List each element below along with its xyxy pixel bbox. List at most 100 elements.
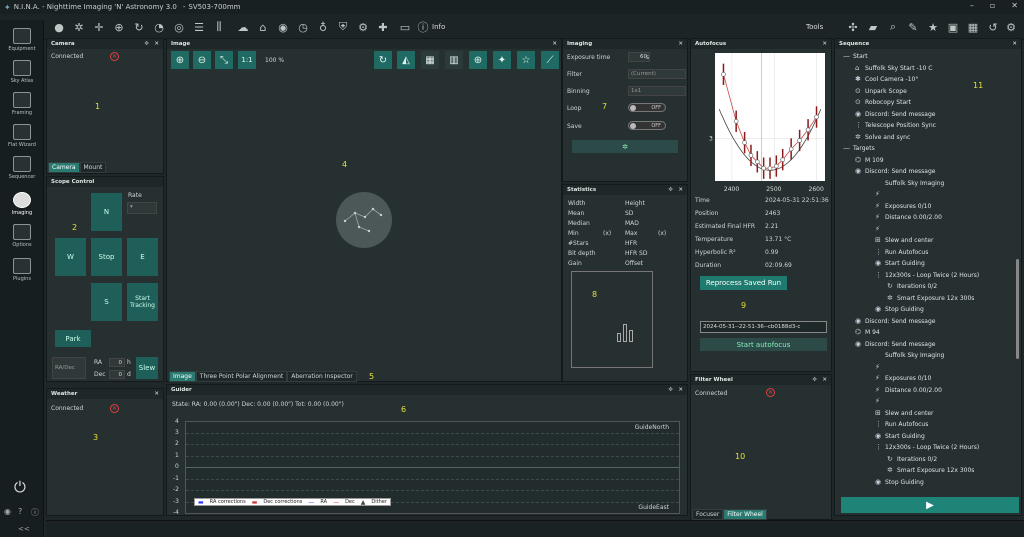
pin-icon[interactable]: ✥ bbox=[812, 375, 817, 385]
start-autofocus-button[interactable]: Start autofocus bbox=[700, 338, 827, 351]
minimize-icon[interactable]: – bbox=[970, 1, 974, 10]
sequence-item[interactable]: Discord: Send message bbox=[865, 341, 935, 348]
pin-icon[interactable]: ✥ bbox=[668, 185, 673, 195]
west-button[interactable]: W bbox=[55, 238, 86, 276]
sequence-item[interactable]: Distance 0.00/2.00 bbox=[885, 214, 942, 221]
rotate-icon[interactable]: ↻ bbox=[374, 51, 392, 69]
power-icon[interactable]: ⏻ bbox=[14, 478, 26, 496]
tab-aberration[interactable]: Aberration Inspector bbox=[287, 371, 357, 382]
telescope-icon[interactable]: ✣ bbox=[846, 20, 860, 34]
ra-input[interactable]: 0 bbox=[109, 358, 125, 367]
save-toggle[interactable]: OFF bbox=[628, 121, 666, 130]
gear-icon[interactable]: ✲ bbox=[72, 20, 86, 34]
sequence-item[interactable]: 12x300s - Loop Twice (2 Hours) bbox=[885, 272, 979, 279]
sequence-item[interactable]: Solve and sync bbox=[865, 134, 910, 141]
close-icon[interactable]: ✕ bbox=[154, 389, 159, 399]
plate-solve-icon[interactable]: ⟋ bbox=[541, 51, 559, 69]
shield-icon[interactable]: ⛨ bbox=[336, 20, 350, 34]
south-button[interactable]: S bbox=[91, 283, 122, 321]
tab-focuser[interactable]: Focuser bbox=[692, 509, 724, 520]
star-detect-icon[interactable]: ☆ bbox=[517, 51, 535, 69]
sequence-item[interactable]: Run Autofocus bbox=[885, 249, 928, 256]
info-label[interactable]: Info bbox=[432, 23, 445, 31]
sequence-item[interactable]: Distance 0.00/2.00 bbox=[885, 387, 942, 394]
star-icon[interactable]: ★ bbox=[926, 20, 940, 34]
sequence-item[interactable]: Start Guiding bbox=[885, 433, 925, 440]
start-tracking-button[interactable]: Start Tracking bbox=[127, 283, 158, 321]
sequence-item[interactable]: 12x300s - Loop Twice (2 Hours) bbox=[885, 444, 979, 451]
sequence-item[interactable]: Suffolk Sky Start -10 C bbox=[865, 65, 932, 72]
sequence-item[interactable]: Iterations 0/2 bbox=[897, 456, 937, 463]
tab-camera[interactable]: Camera bbox=[48, 162, 80, 173]
close-window-icon[interactable]: ✕ bbox=[1011, 1, 1018, 10]
sequence-item[interactable]: M 109 bbox=[865, 157, 884, 164]
close-icon[interactable]: ✕ bbox=[678, 39, 683, 49]
collapse-icon[interactable]: << bbox=[18, 525, 30, 533]
zoom-in-icon[interactable]: ⊕ bbox=[171, 51, 189, 69]
about-icon[interactable]: ⓘ bbox=[31, 507, 39, 518]
nav-plugins[interactable]: Plugins bbox=[0, 256, 44, 290]
sequence-item[interactable]: M 94 bbox=[865, 329, 880, 336]
nav-imaging[interactable]: Imaging bbox=[0, 190, 44, 224]
sequence-item[interactable]: Smart Exposure 12x 300s bbox=[897, 467, 974, 474]
focus-icon[interactable]: ✛ bbox=[92, 20, 106, 34]
tools-label[interactable]: Tools bbox=[806, 23, 823, 31]
observatory-icon[interactable]: ⌂ bbox=[256, 20, 270, 34]
sequence-item[interactable]: Cool Camera -10° bbox=[865, 76, 918, 83]
nav-sequencer[interactable]: Sequencer bbox=[0, 154, 44, 188]
sequence-item[interactable]: Discord: Send message bbox=[865, 318, 935, 325]
sequence-scrollbar[interactable] bbox=[1016, 259, 1019, 359]
flip-icon[interactable]: ◭ bbox=[397, 51, 415, 69]
nav-sky-atlas[interactable]: Sky Atlas bbox=[0, 58, 44, 92]
tab-polar-alignment[interactable]: Three Point Polar Alignment bbox=[195, 371, 288, 382]
maximize-icon[interactable]: ▫ bbox=[990, 1, 995, 10]
sequence-item[interactable]: Exposures 0/10 bbox=[885, 203, 931, 210]
close-icon[interactable]: ✕ bbox=[678, 185, 683, 195]
coord-mode-select[interactable]: RA/Dec bbox=[52, 357, 86, 379]
history-icon[interactable]: ↺ bbox=[986, 20, 1000, 34]
sliders-icon[interactable]: ⫼ bbox=[212, 20, 226, 34]
slew-button[interactable]: Slew bbox=[136, 357, 158, 379]
sequence-item[interactable]: Exposures 0/10 bbox=[885, 375, 931, 382]
grid-icon[interactable]: ▦ bbox=[421, 51, 439, 69]
help-icon[interactable]: ? bbox=[18, 507, 22, 516]
close-icon[interactable]: ✕ bbox=[154, 39, 159, 49]
sequence-item[interactable]: Iterations 0/2 bbox=[897, 283, 937, 290]
pencil-icon[interactable]: ✎ bbox=[906, 20, 920, 34]
sequence-item[interactable]: Discord: Send message bbox=[865, 168, 935, 175]
sequence-item[interactable]: Smart Exposure 12x 300s bbox=[897, 295, 974, 302]
eye-icon[interactable]: ◉ bbox=[4, 507, 11, 516]
reprocess-button[interactable]: Reprocess Saved Run bbox=[700, 276, 787, 290]
dec-input[interactable]: 0 bbox=[109, 370, 125, 379]
image-icon[interactable]: ▭ bbox=[398, 20, 412, 34]
target-icon[interactable]: ◎ bbox=[172, 20, 186, 34]
east-button[interactable]: E bbox=[127, 238, 158, 276]
north-button[interactable]: N bbox=[91, 193, 122, 231]
zoom-out-icon[interactable]: ⊖ bbox=[193, 51, 211, 69]
zoom-1to1-button[interactable]: 1:1 bbox=[238, 51, 256, 69]
close-icon[interactable]: ✕ bbox=[552, 39, 557, 49]
rate-select[interactable]: ▾ bbox=[127, 202, 157, 214]
close-icon[interactable]: ✕ bbox=[822, 39, 827, 49]
switch-icon[interactable]: ⚙ bbox=[356, 20, 370, 34]
sequence-item[interactable]: Start Guiding bbox=[885, 260, 925, 267]
disconnect-icon[interactable]: ✕ bbox=[110, 404, 119, 413]
ruler-icon[interactable]: ▰ bbox=[866, 20, 880, 34]
dial-icon[interactable]: ◔ bbox=[152, 20, 166, 34]
run-sequence-button[interactable]: ▶ bbox=[841, 497, 1019, 513]
search-icon[interactable]: ⌕ bbox=[886, 20, 900, 34]
pin-icon[interactable]: ✥ bbox=[668, 385, 673, 395]
binning-select[interactable]: 1x1 bbox=[628, 86, 686, 96]
filter-select[interactable]: (Current) bbox=[628, 69, 686, 79]
rotate-icon[interactable]: ↻ bbox=[132, 20, 146, 34]
calc-icon[interactable]: ▣ bbox=[946, 20, 960, 34]
sequence-item[interactable]: Slew and center bbox=[885, 237, 933, 244]
sequence-item[interactable]: Suffolk Sky Imaging bbox=[885, 352, 944, 359]
sequence-item[interactable]: Targets bbox=[853, 145, 875, 152]
tab-image[interactable]: Image bbox=[169, 371, 196, 382]
capture-button[interactable]: ✲ bbox=[572, 140, 678, 153]
loop-toggle[interactable]: OFF bbox=[628, 103, 666, 112]
nav-framing[interactable]: Framing bbox=[0, 90, 44, 124]
sequence-item[interactable]: Start bbox=[853, 53, 868, 60]
sequence-item[interactable]: Robocopy Start bbox=[865, 99, 911, 106]
